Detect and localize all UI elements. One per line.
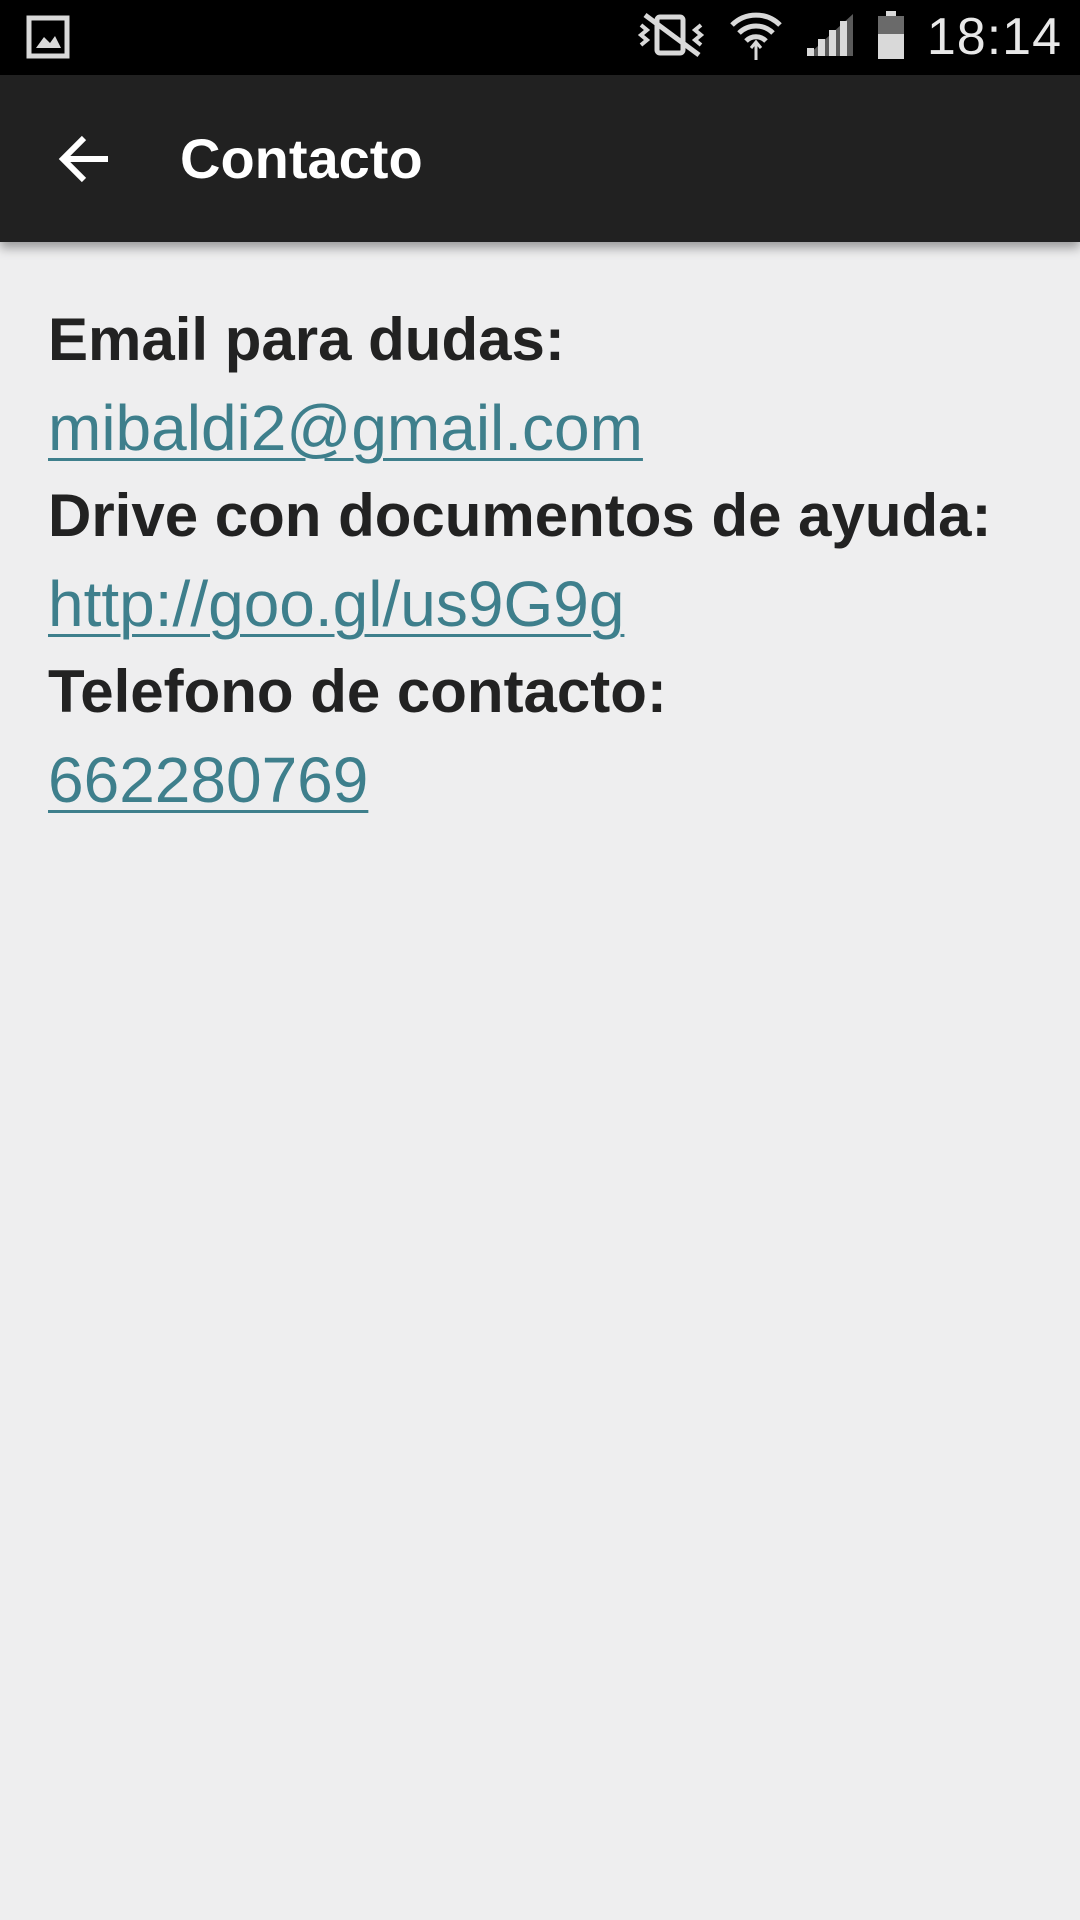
app-bar: Contacto [0, 75, 1080, 242]
contact-content: Email para dudas: mibaldi2@gmail.com Dri… [48, 296, 1048, 824]
status-icons: 18:14 [635, 0, 1062, 75]
battery-icon [877, 10, 905, 65]
back-button[interactable] [40, 115, 128, 203]
status-bar: 18:14 [0, 0, 1080, 75]
email-link[interactable]: mibaldi2@gmail.com [48, 384, 643, 472]
wifi-icon [729, 8, 783, 67]
drive-label: Drive con documentos de ayuda: [48, 482, 992, 549]
arrow-back-icon [58, 135, 108, 183]
drive-link[interactable]: http://goo.gl/us9G9g [48, 560, 624, 648]
gallery-notification-icon [26, 15, 70, 59]
signal-icon [805, 12, 855, 63]
email-label: Email para dudas: [48, 306, 565, 373]
status-time: 18:14 [926, 8, 1062, 66]
page-title: Contacto [180, 127, 423, 190]
vibrate-mute-icon [635, 11, 707, 64]
phone-label: Telefono de contacto: [48, 658, 667, 725]
phone-link[interactable]: 662280769 [48, 736, 368, 824]
